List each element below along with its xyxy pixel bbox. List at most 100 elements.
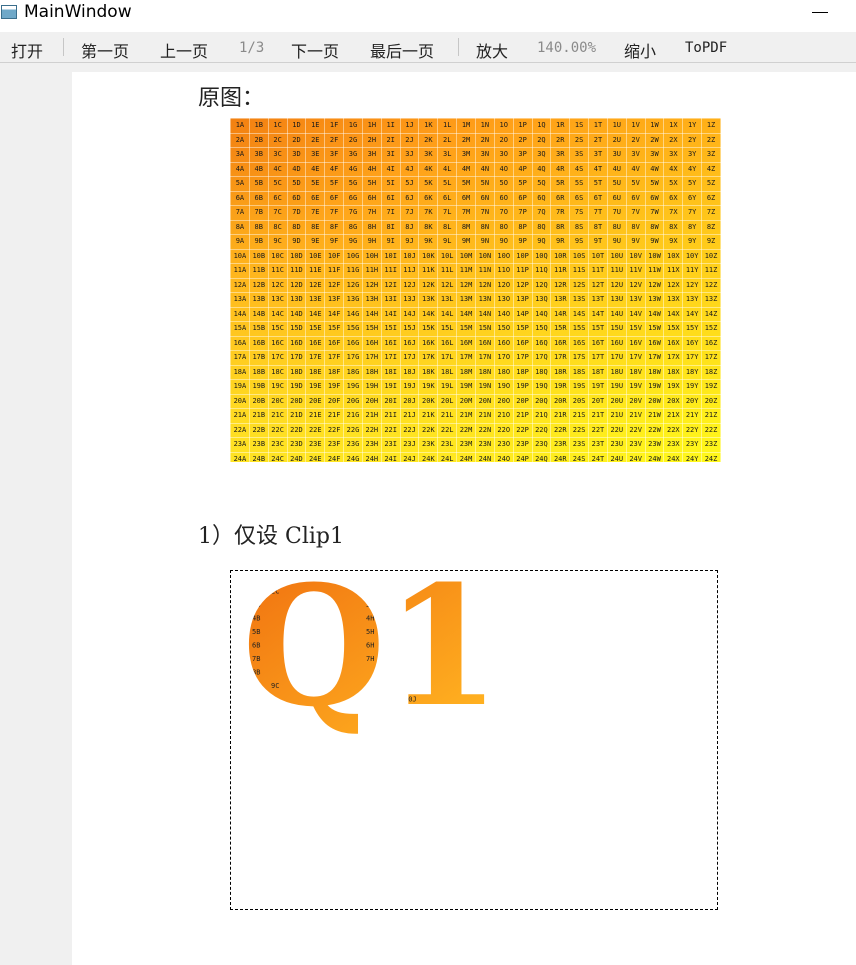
grid-cell: 3U bbox=[606, 147, 627, 163]
grid-cell: 1Q bbox=[531, 118, 552, 134]
grid-cell: 6G bbox=[343, 190, 363, 206]
grid-cell: 4Y bbox=[682, 161, 703, 177]
grid-cell: 17S bbox=[569, 350, 590, 366]
grid-cell: 6S bbox=[569, 190, 590, 206]
to-pdf-button[interactable]: ToPDF bbox=[685, 40, 727, 56]
grid-cell: 21L bbox=[437, 408, 458, 424]
zoom-in-button[interactable]: 放大 bbox=[476, 38, 508, 62]
grid-cell: 24K bbox=[418, 451, 439, 462]
zoom-out-button[interactable]: 缩小 bbox=[624, 38, 656, 62]
grid-cell: 3W bbox=[644, 147, 665, 163]
grid-cell: 24D bbox=[286, 451, 307, 462]
grid-cell: 10B bbox=[248, 248, 269, 264]
grid-cell: 18E bbox=[305, 364, 326, 380]
grid-cell: 6Y bbox=[682, 190, 703, 206]
grid-cell: 20R bbox=[550, 393, 571, 409]
grid-cell: 11Z bbox=[701, 263, 721, 279]
grid-cell: 5P bbox=[512, 176, 533, 192]
grid-cell: 9T bbox=[588, 234, 608, 250]
grid-cell: 2E bbox=[305, 132, 326, 148]
grid-cell: 1Y bbox=[682, 118, 703, 134]
grid-cell: 13I bbox=[380, 292, 401, 308]
grid-cell: 15N bbox=[474, 321, 495, 337]
first-page-button[interactable]: 第一页 bbox=[81, 38, 129, 62]
grid-cell: 10E bbox=[305, 248, 326, 264]
grid-cell: 7J bbox=[399, 205, 420, 221]
grid-cell: 14D bbox=[286, 306, 307, 322]
grid-cell: 15C bbox=[267, 321, 288, 337]
grid-cell: 10X bbox=[663, 248, 684, 264]
grid-cell: 20M bbox=[456, 393, 476, 409]
grid-cell: 1S bbox=[569, 118, 590, 134]
grid-cell: 24M bbox=[456, 451, 476, 462]
grid-cell: 15I bbox=[380, 321, 401, 337]
grid-cell: 5Q bbox=[531, 176, 552, 192]
grid-cell: 13F bbox=[324, 292, 345, 308]
grid-cell: 1M bbox=[456, 118, 476, 134]
grid-cell: 9B bbox=[248, 234, 269, 250]
grid-cell: 9N bbox=[474, 234, 495, 250]
grid-cell: 14Q bbox=[531, 306, 552, 322]
grid-cell: 19P bbox=[512, 379, 533, 395]
prev-page-button[interactable]: 上一页 bbox=[160, 38, 208, 62]
grid-cell: 20S bbox=[569, 393, 590, 409]
grid-cell: 2Z bbox=[701, 132, 721, 148]
grid-cell: 21H bbox=[361, 408, 382, 424]
grid-cell: 23Z bbox=[701, 437, 721, 453]
grid-cell: 19D bbox=[286, 379, 307, 395]
grid-cell: 5Y bbox=[682, 176, 703, 192]
grid-cell: 5V bbox=[625, 176, 646, 192]
grid-cell: 22D bbox=[286, 422, 307, 438]
grid-cell: 24X bbox=[663, 451, 684, 462]
grid-cell: 8C bbox=[267, 219, 288, 235]
grid-cell: 19V bbox=[625, 379, 646, 395]
grid-cell: 1H bbox=[361, 118, 382, 134]
grid-cell: 11N bbox=[474, 263, 495, 279]
minimize-button[interactable] bbox=[806, 2, 836, 24]
grid-cell: 5T bbox=[588, 176, 608, 192]
grid-cell: 1T bbox=[588, 118, 608, 134]
grid-cell: 22R bbox=[550, 422, 571, 438]
grid-cell: 15Q bbox=[531, 321, 552, 337]
grid-cell: 12X bbox=[663, 277, 684, 293]
grid-cell: 8U bbox=[606, 219, 627, 235]
grid-cell: 20F bbox=[324, 393, 345, 409]
grid-cell: 3F bbox=[324, 147, 345, 163]
grid-cell: 18F bbox=[324, 364, 345, 380]
grid-cell: 3A bbox=[230, 147, 250, 163]
grid-cell: 13A bbox=[230, 292, 250, 308]
grid-cell: 18D bbox=[286, 364, 307, 380]
grid-cell: 8T bbox=[588, 219, 608, 235]
grid-cell: 24F bbox=[324, 451, 345, 462]
grid-cell: 4I bbox=[380, 161, 401, 177]
grid-cell: 5X bbox=[663, 176, 684, 192]
grid-cell: 10S bbox=[569, 248, 590, 264]
grid-cell: 5N bbox=[474, 176, 495, 192]
grid-cell: 4W bbox=[644, 161, 665, 177]
grid-cell: 22G bbox=[343, 422, 363, 438]
grid-cell: 5I bbox=[380, 176, 401, 192]
grid-cell: 13M bbox=[456, 292, 476, 308]
clip-cell-label: 9J bbox=[404, 682, 412, 690]
grid-cell: 23F bbox=[324, 437, 345, 453]
grid-cell: 19A bbox=[230, 379, 250, 395]
grid-cell: 3V bbox=[625, 147, 646, 163]
grid-cell: 8V bbox=[625, 219, 646, 235]
grid-cell: 7K bbox=[418, 205, 439, 221]
grid-cell: 21J bbox=[399, 408, 420, 424]
grid-cell: 1B bbox=[248, 118, 269, 134]
grid-cell: 14U bbox=[606, 306, 627, 322]
grid-cell: 10I bbox=[380, 248, 401, 264]
grid-cell: 4S bbox=[569, 161, 590, 177]
grid-cell: 12P bbox=[512, 277, 533, 293]
grid-cell: 5E bbox=[305, 176, 326, 192]
next-page-button[interactable]: 下一页 bbox=[291, 38, 339, 62]
grid-cell: 12U bbox=[606, 277, 627, 293]
last-page-button[interactable]: 最后一页 bbox=[370, 38, 434, 62]
open-button[interactable]: 打开 bbox=[11, 38, 43, 62]
grid-cell: 10P bbox=[512, 248, 533, 264]
grid-cell: 24J bbox=[399, 451, 420, 462]
grid-cell: 17A bbox=[230, 350, 250, 366]
grid-cell: 13W bbox=[644, 292, 665, 308]
grid-cell: 16F bbox=[324, 335, 345, 351]
